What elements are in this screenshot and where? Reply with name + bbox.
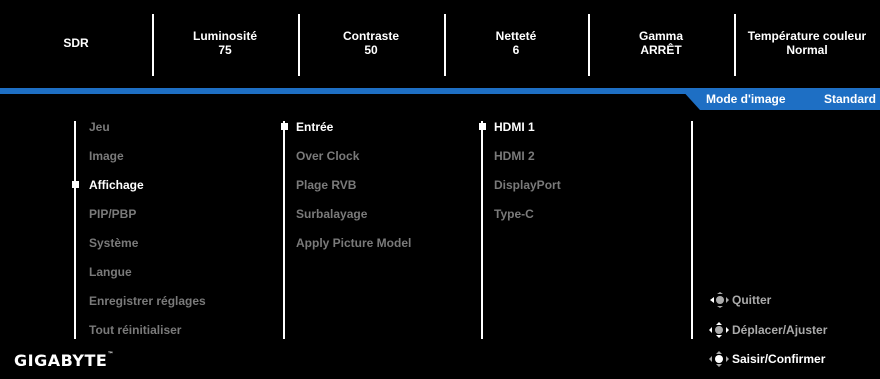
empty-column-line	[691, 121, 693, 339]
status-sdr: SDR	[0, 0, 152, 86]
menu-item-jeu[interactable]: Jeu	[89, 120, 110, 134]
divider	[152, 14, 154, 76]
input-menu-line	[481, 121, 483, 339]
picture-mode-label: Mode d'image	[706, 92, 786, 106]
submenu-item-plage-rvb[interactable]: Plage RVB	[296, 178, 356, 192]
submenu-item-entree[interactable]: Entrée	[296, 120, 333, 134]
menu-item-reinitialiser[interactable]: Tout réinitialiser	[89, 323, 181, 337]
status-label: Netteté	[495, 29, 537, 43]
input-item-type-c[interactable]: Type-C	[494, 207, 534, 221]
help-quitter: Quitter	[709, 292, 771, 308]
help-deplacer: Déplacer/Ajuster	[709, 322, 827, 338]
status-gamma: Gamma ARRÊT	[588, 0, 734, 86]
menu-item-enregistrer[interactable]: Enregistrer réglages	[89, 294, 206, 308]
submenu-item-apply-picture-model[interactable]: Apply Picture Model	[296, 236, 411, 250]
status-value: Normal	[786, 43, 828, 57]
status-value: 6	[512, 43, 520, 57]
status-label: Contraste	[342, 29, 399, 43]
menu-item-affichage[interactable]: Affichage	[89, 178, 144, 192]
menu-item-image[interactable]: Image	[89, 149, 124, 163]
status-sdr-label: SDR	[63, 36, 89, 50]
sub-menu-line	[283, 121, 285, 339]
input-item-hdmi2[interactable]: HDMI 2	[494, 149, 535, 163]
submenu-item-surbalayage[interactable]: Surbalayage	[296, 207, 367, 221]
status-label: Luminosité	[192, 29, 257, 43]
menu-item-langue[interactable]: Langue	[89, 265, 132, 279]
help-saisir-label: Saisir/Confirmer	[732, 352, 826, 366]
divider	[444, 14, 446, 76]
input-item-hdmi1[interactable]: HDMI 1	[494, 120, 535, 134]
status-value: 50	[364, 43, 378, 57]
help-quitter-label: Quitter	[732, 293, 772, 307]
selection-marker	[72, 181, 79, 188]
status-nettete: Netteté 6	[444, 0, 588, 86]
status-value: 75	[218, 43, 232, 57]
gigabyte-logo: GIGABYTE™	[14, 351, 114, 370]
status-label: Gamma	[638, 29, 684, 43]
brand-text: GIGABYTE	[14, 351, 108, 370]
input-item-displayport[interactable]: DisplayPort	[494, 178, 561, 192]
status-contraste: Contraste 50	[298, 0, 444, 86]
joystick-press-icon	[709, 351, 729, 367]
divider	[298, 14, 300, 76]
joystick-move-icon	[709, 322, 729, 338]
main-menu-line	[74, 121, 76, 339]
picture-mode-value: Standard	[823, 92, 876, 106]
selection-marker	[479, 123, 486, 130]
selection-marker	[281, 123, 288, 130]
status-luminosite: Luminosité 75	[152, 0, 298, 86]
status-label: Température couleur	[747, 29, 867, 43]
picture-mode-tab: Mode d'image Standard	[680, 88, 880, 110]
menu-item-pip-pbp[interactable]: PIP/PBP	[89, 207, 136, 221]
help-saisir: Saisir/Confirmer	[709, 351, 825, 367]
status-value: ARRÊT	[640, 43, 682, 57]
status-bar: SDR Luminosité 75 Contraste 50 Netteté 6…	[0, 0, 880, 86]
submenu-item-overclock[interactable]: Over Clock	[296, 149, 359, 163]
divider	[588, 14, 590, 76]
joystick-left-icon	[710, 292, 729, 308]
divider	[734, 14, 736, 76]
menu-item-systeme[interactable]: Système	[89, 236, 138, 250]
status-temperature: Température couleur Normal	[734, 0, 880, 86]
help-deplacer-label: Déplacer/Ajuster	[732, 323, 828, 337]
